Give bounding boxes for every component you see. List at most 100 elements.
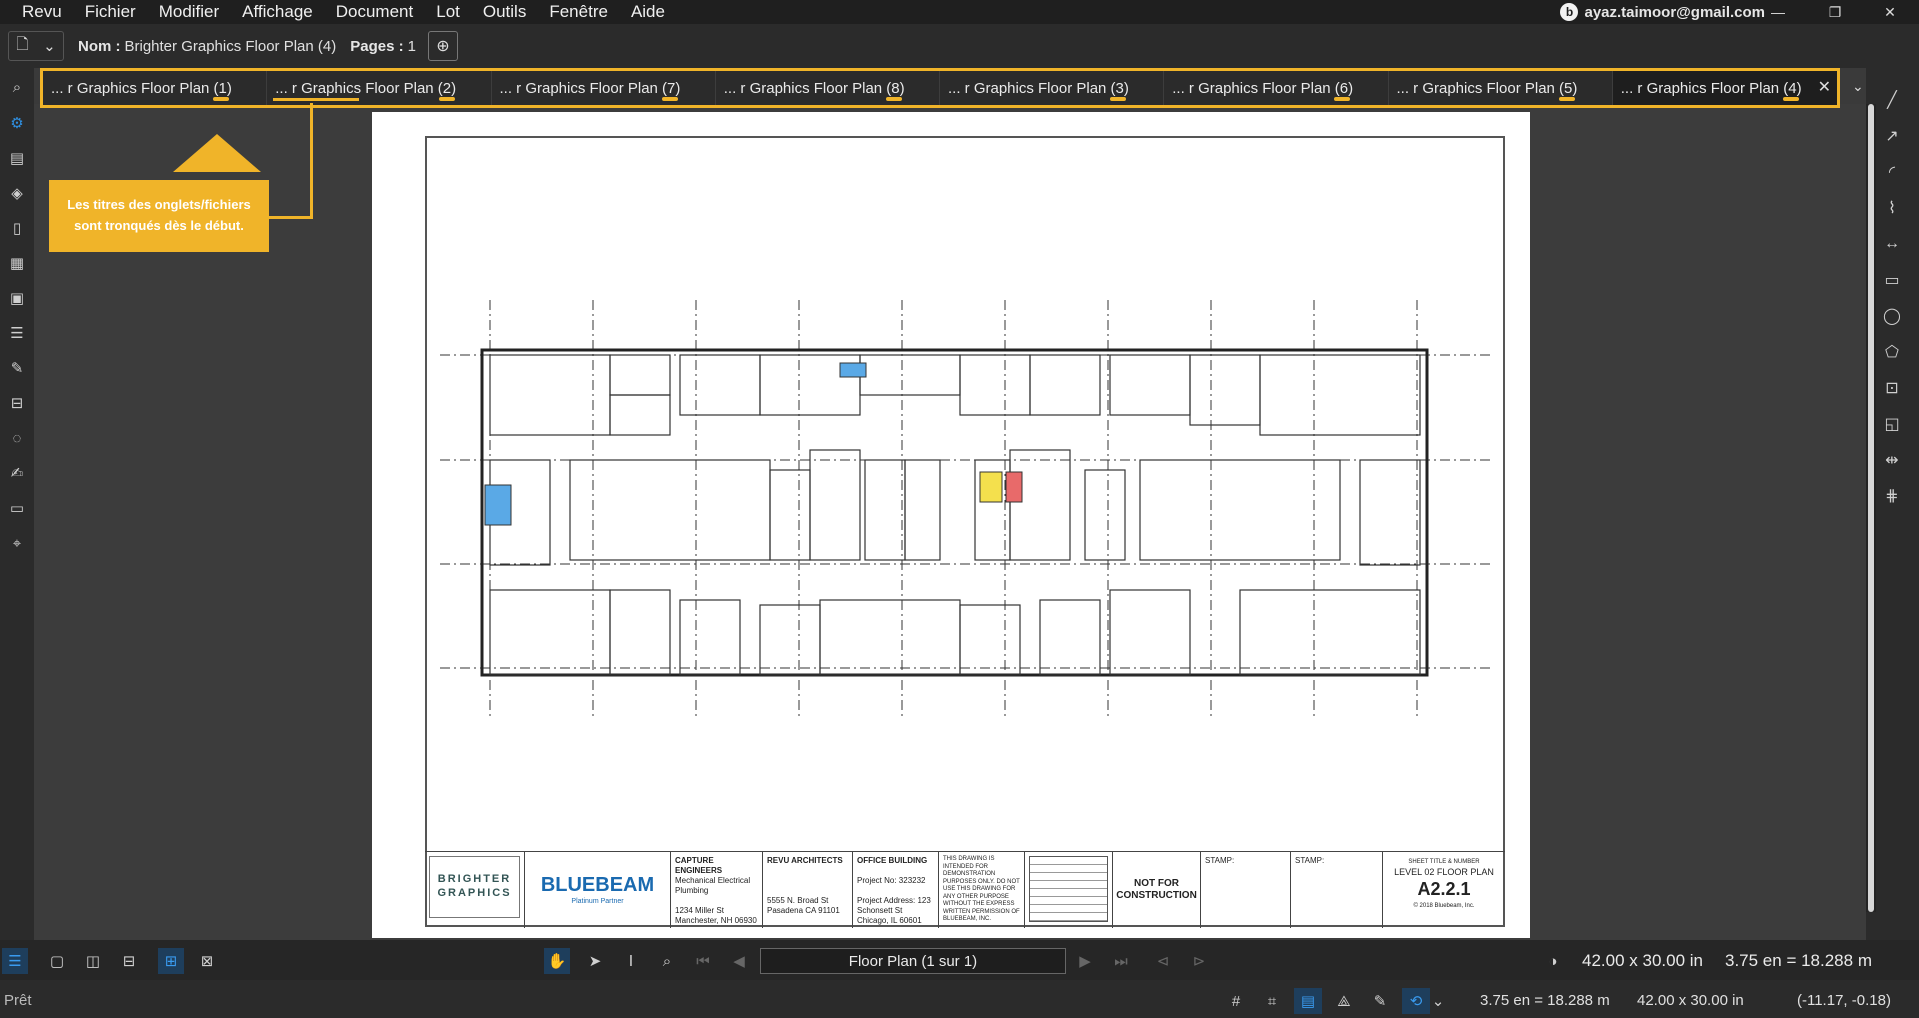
snap-to-markup-icon[interactable]: ⟁: [1330, 988, 1358, 1014]
company-name-line2: GRAPHICS: [437, 887, 512, 899]
tab-floor-plan-3[interactable]: ... r Graphics Floor Plan (3): [940, 71, 1165, 105]
sync-options-chevron-icon[interactable]: ⌄: [1430, 988, 1446, 1014]
tab-floor-plan-1[interactable]: ... r Graphics Floor Plan (1): [43, 71, 268, 105]
close-window-icon[interactable]: ✕: [1870, 0, 1910, 24]
snap-to-grid-icon[interactable]: ⌗: [1258, 988, 1286, 1014]
polygon-tool-icon[interactable]: ⬠: [1880, 340, 1904, 364]
panel-list-icon[interactable]: ☰: [2, 948, 28, 974]
callout-connector-vertical: [310, 103, 313, 219]
last-page-icon[interactable]: ⏭: [1108, 948, 1134, 974]
spaces-icon[interactable]: ▦: [6, 252, 28, 274]
search-icon[interactable]: ⌕: [6, 76, 28, 98]
zoom-icon[interactable]: ⌕: [654, 948, 680, 974]
cursor-coordinates: (-11.17, -0.18): [1797, 992, 1891, 1009]
next-page-icon[interactable]: ▶: [1072, 948, 1098, 974]
toolbox-icon[interactable]: ⊟: [6, 392, 28, 414]
sync-view-icon[interactable]: ⊠: [194, 948, 220, 974]
sync-icon[interactable]: ⟲: [1402, 988, 1430, 1014]
tab-floor-plan-7[interactable]: ... r Graphics Floor Plan (7): [492, 71, 716, 105]
callout-arrow-icon: [173, 134, 261, 172]
back-view-icon[interactable]: ⊲: [1150, 948, 1176, 974]
page-navigation-field[interactable]: Floor Plan (1 sur 1): [760, 948, 1066, 974]
minimize-icon[interactable]: —: [1758, 0, 1798, 24]
text-select-icon[interactable]: Ⅰ: [618, 948, 644, 974]
file-tab-strip: ... r Graphics Floor Plan (1) ... r Grap…: [40, 68, 1840, 108]
properties-icon[interactable]: ▣: [6, 287, 28, 309]
tab-floor-plan-6[interactable]: ... r Graphics Floor Plan (6): [1164, 71, 1389, 105]
location-icon[interactable]: ⌖: [6, 532, 28, 554]
vertical-scrollbar[interactable]: [1866, 104, 1876, 912]
dimension-tool-icon[interactable]: ↔: [1880, 232, 1904, 256]
revu-title: REVU ARCHITECTS: [767, 856, 843, 865]
partner-logo: BLUEBEAM Platinum Partner: [525, 852, 671, 928]
menu-affichage[interactable]: Affichage: [230, 2, 324, 22]
markups-list-icon[interactable]: ☰: [6, 322, 28, 344]
signatures-icon[interactable]: ✍: [6, 462, 28, 484]
forward-view-icon[interactable]: ⊳: [1186, 948, 1212, 974]
reuse-tool-icon[interactable]: ✎: [1366, 988, 1394, 1014]
forms-icon[interactable]: ✎: [6, 357, 28, 379]
contrast-icon[interactable]: ◑: [1540, 948, 1566, 974]
measurements-icon[interactable]: ▭: [6, 497, 28, 519]
menu-revu[interactable]: Revu: [0, 2, 73, 22]
settings-icon[interactable]: ⚙: [6, 112, 28, 134]
ellipse-tool-icon[interactable]: ◯: [1880, 304, 1904, 328]
count-tool-icon[interactable]: ⋕: [1880, 484, 1904, 508]
menu-document[interactable]: Document: [324, 2, 424, 22]
line-tool-icon[interactable]: ╱: [1880, 88, 1904, 112]
tab-floor-plan-4[interactable]: ... r Graphics Floor Plan (4) ✕: [1612, 71, 1837, 105]
partner-subtitle: Platinum Partner: [571, 898, 624, 906]
polyline-tool-icon[interactable]: ⌇: [1880, 196, 1904, 220]
tab-list-chevron-icon[interactable]: ⌄: [1852, 78, 1864, 95]
scale-readout: 3.75 en = 18.288 m: [1725, 951, 1872, 970]
measure-area-icon[interactable]: ⊡: [1880, 376, 1904, 400]
close-tab-icon[interactable]: ✕: [1818, 77, 1831, 97]
name-value: Brighter Graphics Floor Plan (4): [124, 37, 337, 55]
project-address: Project Address: 123 Schonsett St Chicag…: [857, 896, 931, 925]
continuous-view-icon[interactable]: ⊞: [158, 948, 184, 974]
grid-icon[interactable]: #: [1222, 988, 1250, 1014]
add-page-button[interactable]: ⊕: [427, 31, 458, 61]
scrollbar-thumb[interactable]: [1868, 104, 1874, 912]
callout-note[interactable]: Les titres des onglets/fichiers sont tro…: [49, 180, 269, 252]
name-label: Nom :: [78, 37, 121, 55]
tab-label: ... r Graphics Floor Plan (3): [948, 79, 1129, 97]
single-page-icon[interactable]: ▢: [44, 948, 70, 974]
menu-aide[interactable]: Aide: [619, 2, 676, 22]
tab-floor-plan-5[interactable]: ... r Graphics Floor Plan (5): [1389, 71, 1613, 105]
split-horizontal-icon[interactable]: ⊟: [116, 948, 142, 974]
measure-perimeter-icon[interactable]: ◱: [1880, 412, 1904, 436]
status-ready: Prêt: [4, 992, 32, 1009]
select-tool-icon[interactable]: ➤: [582, 948, 608, 974]
first-page-icon[interactable]: ⏮: [690, 948, 716, 974]
pan-tool-icon[interactable]: ✋: [544, 948, 570, 974]
previous-page-icon[interactable]: ◀: [726, 948, 752, 974]
tab-label: ... r Graphics Floor Plan (7): [499, 79, 681, 97]
snap-to-content-icon[interactable]: ▤: [1294, 988, 1322, 1014]
not-for-construction: NOT FOR CONSTRUCTION: [1113, 852, 1201, 928]
bookmarks-icon[interactable]: ▯: [6, 217, 28, 239]
arc-tool-icon[interactable]: ◜: [1880, 160, 1904, 184]
chevron-down-icon: ⌄: [43, 38, 56, 55]
tab-highlight: [1334, 97, 1351, 101]
arrow-tool-icon[interactable]: ↗: [1880, 124, 1904, 148]
status-size: 42.00 x 30.00 in: [1637, 992, 1744, 1009]
thumbnails-icon[interactable]: ▤: [6, 147, 28, 169]
measure-length-icon[interactable]: ⇹: [1880, 448, 1904, 472]
layers-icon[interactable]: ◈: [6, 182, 28, 204]
office-building: OFFICE BUILDING Project No: 323232 Proje…: [853, 852, 939, 928]
document-menu-button[interactable]: 🗋 ⌄: [8, 31, 64, 61]
menu-modifier[interactable]: Modifier: [147, 2, 230, 22]
menu-fenetre[interactable]: Fenêtre: [537, 2, 619, 22]
menu-outils[interactable]: Outils: [471, 2, 537, 22]
studio-icon[interactable]: ◌: [6, 427, 28, 449]
tab-floor-plan-8[interactable]: ... r Graphics Floor Plan (8): [716, 71, 940, 105]
split-vertical-icon[interactable]: ◫: [80, 948, 106, 974]
menu-lot[interactable]: Lot: [424, 2, 471, 22]
restore-icon[interactable]: ❐: [1815, 0, 1855, 24]
account[interactable]: b ayaz.taimoor@gmail.com: [1560, 0, 1765, 24]
rectangle-tool-icon[interactable]: ▭: [1880, 268, 1904, 292]
tab-label: ... r Graphics Floor Plan (6): [1172, 79, 1354, 97]
menu-fichier[interactable]: Fichier: [73, 2, 147, 22]
account-email: ayaz.taimoor@gmail.com: [1584, 3, 1765, 21]
